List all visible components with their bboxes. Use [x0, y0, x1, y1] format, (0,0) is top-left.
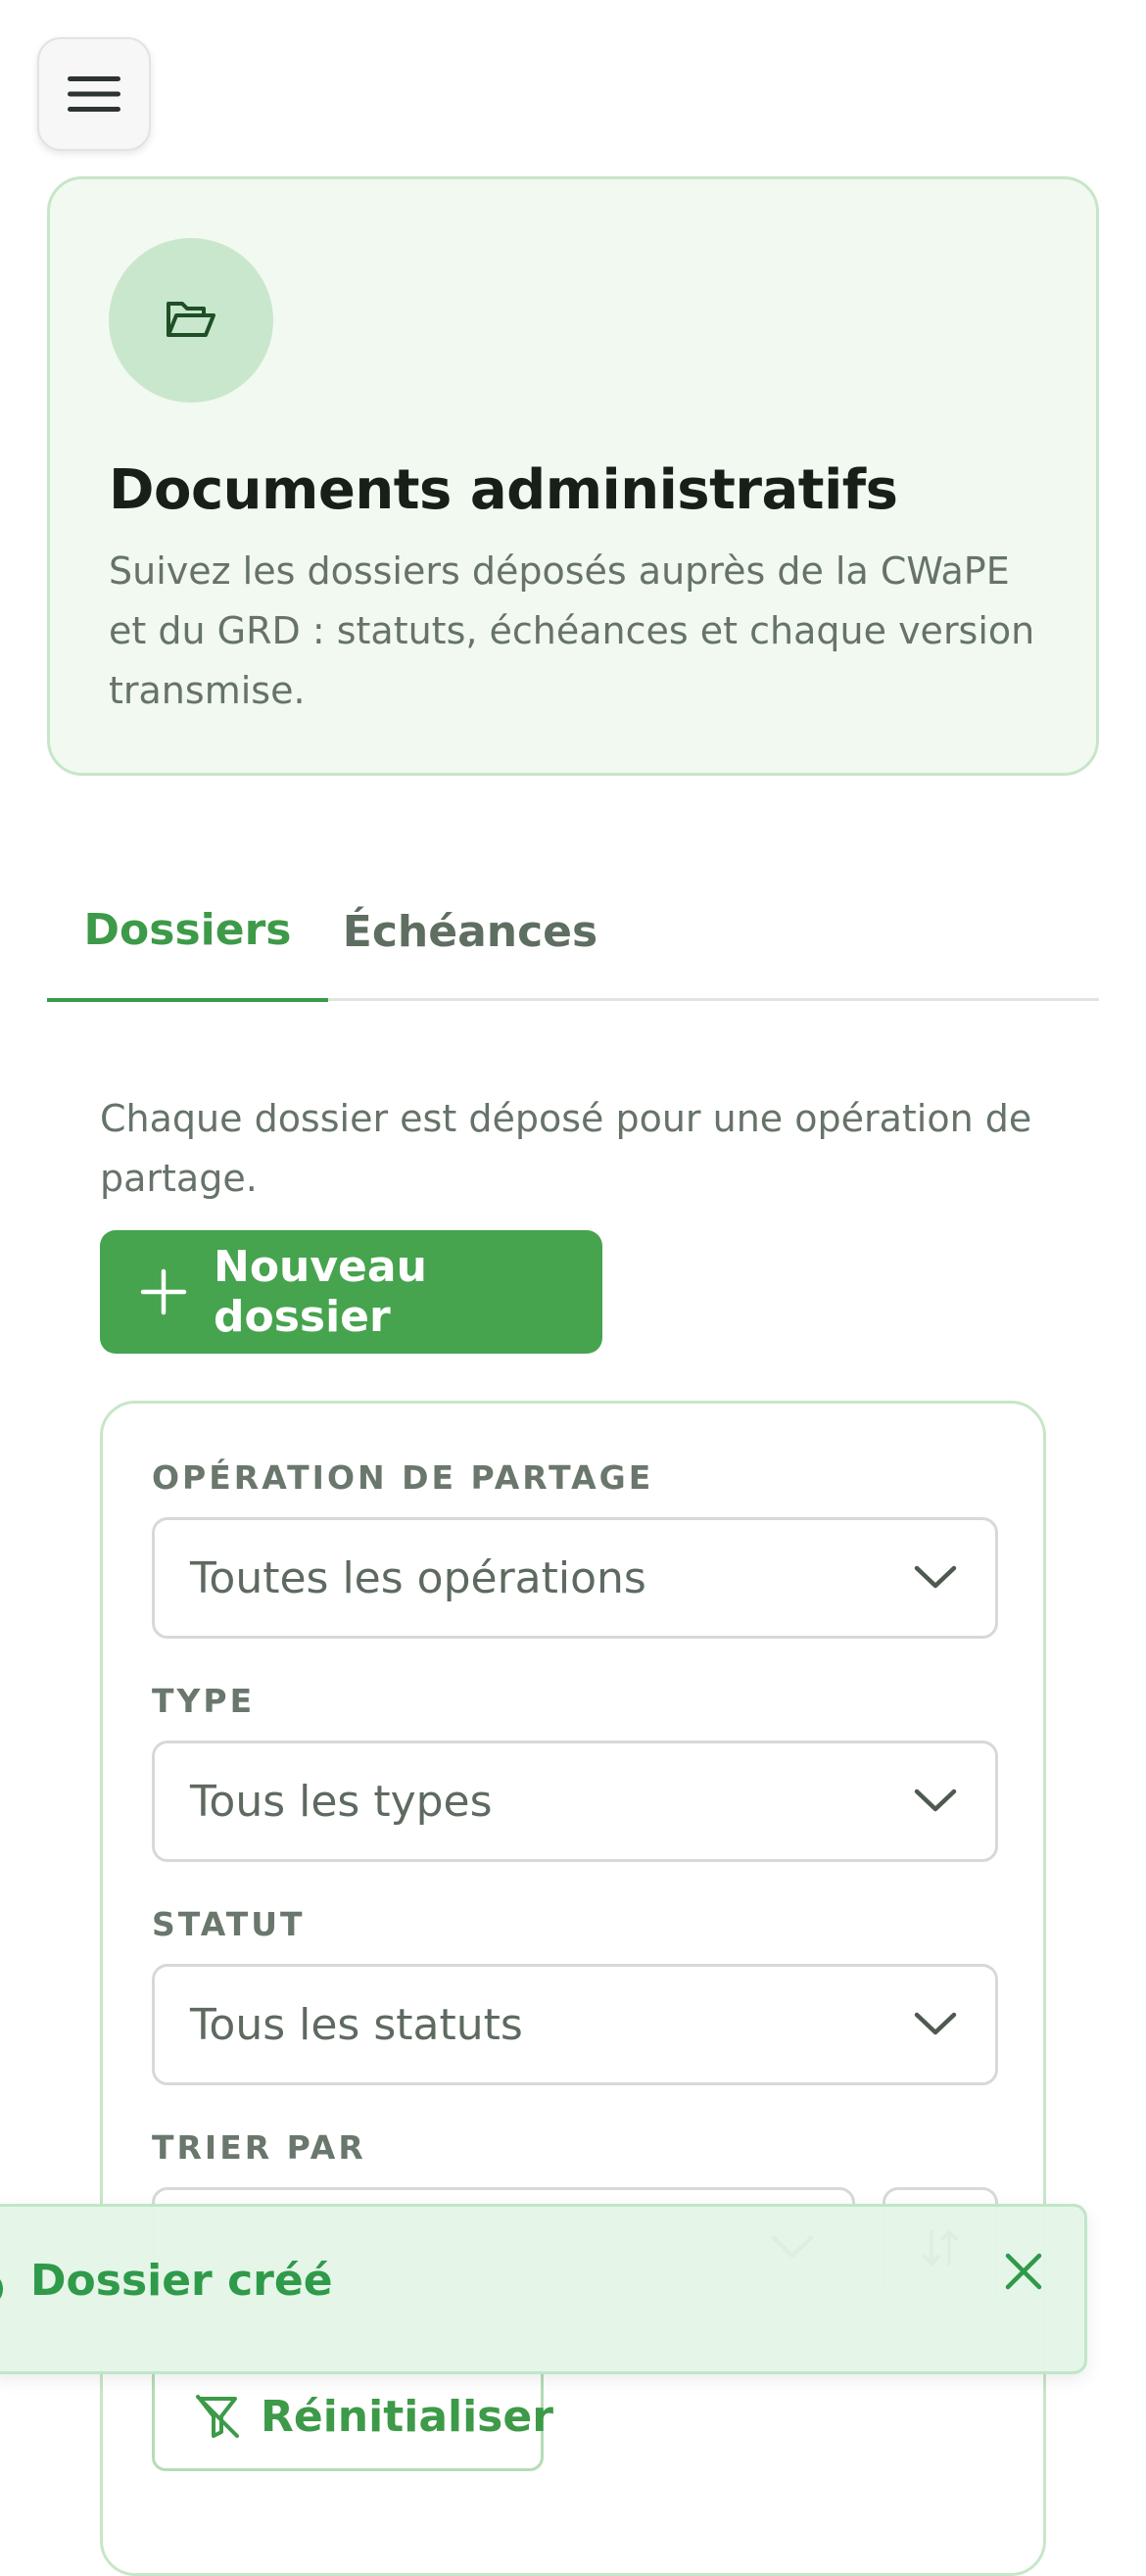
sort-filter-label: TRIER PAR [152, 2128, 366, 2167]
close-icon[interactable] [1000, 2248, 1047, 2295]
folder-open-icon [167, 302, 215, 337]
menu-button[interactable] [37, 37, 151, 151]
reset-filters-button[interactable]: Réinitialiser [152, 2361, 553, 2471]
tab-dossiers[interactable]: Dossiers [47, 862, 328, 1002]
new-dossier-button[interactable]: Nouveau dossier [100, 1230, 602, 1354]
reset-filters-label: Réinitialiser [261, 2391, 553, 2442]
type-select-value: Tous les types [190, 1776, 493, 1827]
operation-select[interactable]: Toutes les opérations [152, 1517, 998, 1639]
plus-icon [139, 1267, 188, 1316]
page-description: Suivez les dossiers déposés auprès de la… [109, 549, 1035, 712]
chevron-down-icon [914, 1565, 957, 1589]
tab-bar: Dossiers Échéances [47, 862, 1099, 1002]
status-filter-label: STATUT [152, 1905, 306, 1943]
chevron-down-icon [914, 1789, 957, 1812]
hero-icon-circle [109, 238, 273, 403]
filter-off-icon [194, 2393, 241, 2440]
hamburger-menu-icon [68, 76, 120, 112]
filters-panel: OPÉRATION DE PARTAGE Toutes les opératio… [100, 1401, 1046, 2576]
toast-message: Dossier créé [30, 2256, 333, 2306]
hero-card: Documents administratifs Suivez les doss… [47, 176, 1099, 776]
type-select[interactable]: Tous les types [152, 1741, 998, 1862]
chevron-down-icon [914, 2012, 957, 2035]
dossiers-intro-text: Chaque dossier est déposé pour une opéra… [100, 1097, 1032, 1200]
status-select[interactable]: Tous les statuts [152, 1964, 998, 2085]
toast-notification: Dossier créé [0, 2204, 1087, 2374]
new-dossier-label: Nouveau dossier [214, 1242, 427, 1342]
page-title: Documents administratifs [109, 458, 898, 522]
status-select-value: Tous les statuts [190, 1999, 523, 2050]
operation-filter-label: OPÉRATION DE PARTAGE [152, 1458, 654, 1497]
success-check-icon [0, 2279, 3, 2299]
type-filter-label: TYPE [152, 1682, 256, 1720]
operation-select-value: Toutes les opérations [190, 1552, 646, 1603]
tab-echeances[interactable]: Échéances [328, 862, 612, 1001]
